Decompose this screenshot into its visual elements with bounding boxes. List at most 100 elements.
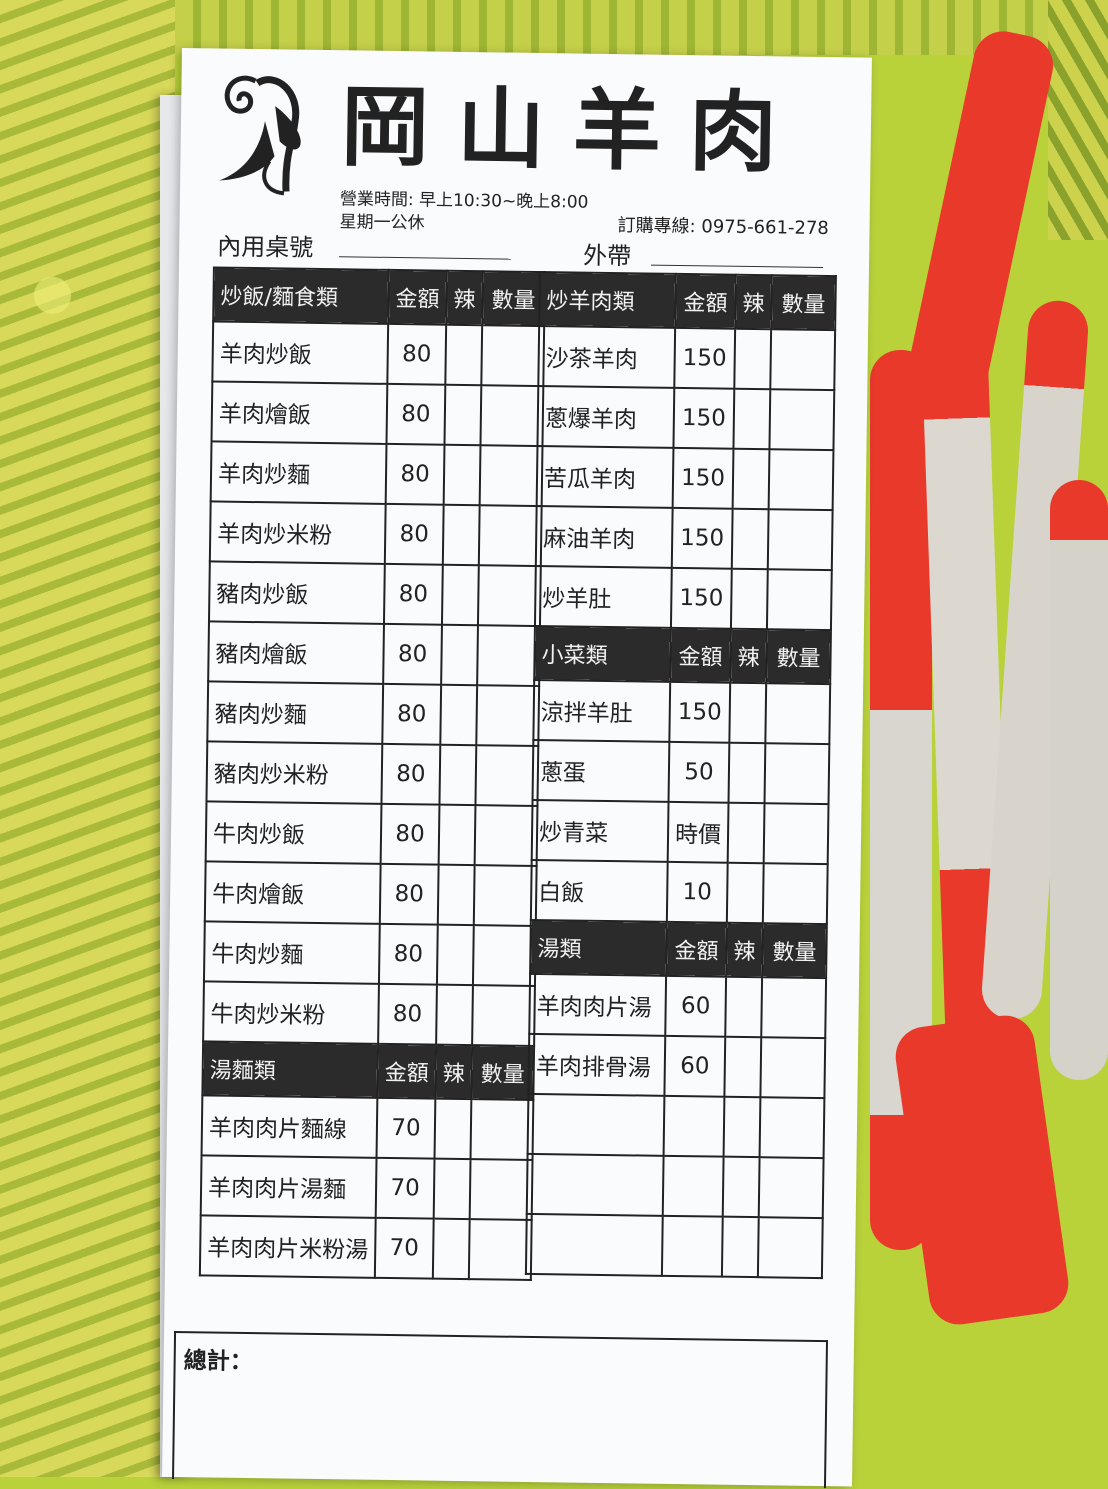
quantity-field[interactable]	[480, 385, 544, 447]
menu-item-row: 羊肉肉片米粉湯 70	[199, 1215, 532, 1280]
quantity-field[interactable]	[763, 803, 829, 865]
item-price: 80	[379, 863, 439, 925]
spicy-checkbox[interactable]	[432, 1218, 470, 1280]
quantity-field[interactable]	[469, 1159, 533, 1220]
quantity-field[interactable]	[468, 1219, 532, 1280]
spicy-checkbox[interactable]	[727, 802, 765, 864]
right-menu-table: 炒羊肉類 金額辣數量 沙茶羊肉 150 蔥爆羊肉 150 苦瓜羊肉 150 麻油羊肉 150 炒羊肚…	[525, 271, 837, 1279]
quantity-field[interactable]	[769, 389, 835, 451]
quantity-field[interactable]	[478, 505, 542, 567]
quantity-field[interactable]	[761, 977, 827, 1039]
quantity-field[interactable]	[473, 865, 537, 927]
item-price: 80	[381, 743, 441, 805]
item-name: 羊肉肉片麵線	[201, 1095, 378, 1158]
order-phone: 訂購專線: 0975-661-278	[617, 215, 830, 240]
spicy-checkbox[interactable]	[725, 976, 763, 1038]
item-price: 80	[378, 923, 438, 985]
spicy-checkbox[interactable]	[723, 1096, 761, 1158]
quantity-field[interactable]	[764, 743, 830, 805]
spicy-checkbox[interactable]	[730, 568, 768, 630]
item-price: 150	[670, 567, 732, 629]
item-price	[662, 1155, 724, 1217]
menu-item-row: 牛肉炒米粉 80	[203, 981, 535, 1047]
quantity-field[interactable]	[759, 1097, 825, 1159]
quantity-field[interactable]	[766, 569, 832, 631]
spicy-checkbox[interactable]	[436, 924, 474, 986]
spicy-checkbox[interactable]	[438, 804, 476, 866]
spicy-checkbox[interactable]	[724, 1036, 762, 1098]
item-price: 80	[383, 623, 442, 685]
item-price	[663, 1095, 725, 1157]
spicy-checkbox[interactable]	[443, 444, 481, 506]
quantity-field[interactable]	[758, 1157, 824, 1219]
item-name: 苦瓜羊肉	[536, 446, 674, 508]
spicy-checkbox[interactable]	[445, 324, 483, 386]
goat-logo-icon	[219, 75, 301, 196]
dine-in-table-field[interactable]	[339, 256, 512, 260]
quantity-field[interactable]	[474, 805, 538, 867]
qty-column-header: 數量	[771, 275, 836, 331]
quantity-field[interactable]	[770, 329, 836, 391]
takeout-field[interactable]	[651, 264, 824, 268]
spicy-checkbox[interactable]	[444, 384, 482, 446]
item-price: 70	[374, 1217, 434, 1279]
item-name	[526, 1153, 664, 1216]
spicy-checkbox[interactable]	[732, 448, 770, 510]
spicy-checkbox[interactable]	[440, 684, 478, 746]
section-name: 湯類	[530, 919, 667, 976]
spicy-checkbox[interactable]	[734, 328, 772, 390]
quantity-field[interactable]	[476, 685, 540, 747]
quantity-field[interactable]	[757, 1217, 823, 1279]
item-price: 150	[672, 447, 734, 509]
takeout-label: 外帶	[582, 241, 632, 271]
quantity-field[interactable]	[479, 445, 543, 507]
section-header: 炒羊肉類 金額辣數量	[539, 272, 836, 331]
quantity-field[interactable]	[760, 1037, 826, 1099]
item-name: 蔥爆羊肉	[537, 386, 675, 448]
quantity-field[interactable]	[768, 449, 834, 511]
quantity-field[interactable]	[470, 1099, 534, 1161]
spicy-checkbox[interactable]	[722, 1156, 760, 1218]
spicy-checkbox[interactable]	[436, 984, 473, 1046]
quantity-field[interactable]	[475, 745, 539, 807]
spicy-checkbox[interactable]	[441, 624, 479, 686]
menu-item-row: 豬肉炒麵 80	[207, 681, 540, 747]
quantity-field[interactable]	[478, 565, 541, 627]
spicy-checkbox[interactable]	[433, 1158, 471, 1220]
spicy-checkbox[interactable]	[731, 508, 769, 570]
item-name	[527, 1093, 665, 1156]
menu-item-row: 炒羊肚 150	[534, 565, 832, 631]
item-name: 白飯	[530, 859, 668, 922]
menu-item-row: 涼拌羊肚 150	[533, 679, 831, 745]
spicy-checkbox[interactable]	[726, 862, 764, 924]
quantity-field[interactable]	[481, 325, 545, 387]
quantity-field[interactable]	[472, 985, 535, 1047]
menu-item-row: 羊肉炒麵 80	[210, 441, 543, 507]
spicy-checkbox[interactable]	[721, 1216, 759, 1278]
item-name: 牛肉燴飯	[204, 861, 381, 924]
quantity-field[interactable]	[765, 683, 831, 745]
qty-column-header: 數量	[482, 271, 545, 327]
total-box[interactable]: 總計：	[172, 1331, 829, 1489]
spicy-checkbox[interactable]	[437, 864, 475, 926]
spicy-checkbox[interactable]	[434, 1098, 472, 1160]
spicy-checkbox[interactable]	[729, 682, 767, 744]
menu-item-row: 苦瓜羊肉 150	[536, 446, 834, 511]
quantity-field[interactable]	[767, 509, 833, 571]
spicy-checkbox[interactable]	[442, 504, 480, 566]
spicy-column-header: 辣	[435, 1044, 473, 1100]
pen-6	[891, 1011, 1073, 1329]
item-price: 80	[386, 383, 446, 445]
section-header: 炒飯/麵食類 金額辣數量	[213, 267, 545, 327]
menu-item-row: 羊肉肉片湯 60	[529, 973, 827, 1039]
menu-item-row: 羊肉排骨湯 60	[528, 1033, 826, 1099]
quantity-field[interactable]	[477, 625, 540, 687]
spicy-checkbox[interactable]	[733, 388, 771, 450]
spicy-checkbox[interactable]	[728, 742, 766, 804]
dine-in-label: 內用桌號	[217, 232, 314, 262]
spicy-checkbox[interactable]	[439, 744, 477, 806]
quantity-field[interactable]	[472, 925, 536, 987]
item-name: 牛肉炒米粉	[203, 981, 379, 1044]
quantity-field[interactable]	[762, 863, 828, 925]
spicy-checkbox[interactable]	[441, 564, 479, 626]
